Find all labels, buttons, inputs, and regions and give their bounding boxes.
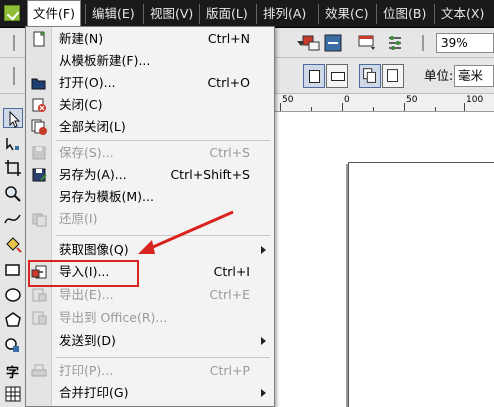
close-all-icon xyxy=(30,118,48,136)
menu-item-acquire-image[interactable]: 获取图像(Q) xyxy=(26,239,274,261)
ruler-label: 0 xyxy=(344,95,350,105)
menu-separator xyxy=(56,357,270,358)
menu-item-export-to-office: 导出到 Office(R)... xyxy=(26,307,274,329)
freehand-tool-icon[interactable] xyxy=(3,209,23,229)
revert-icon xyxy=(30,210,48,228)
menu-bitmaps[interactable]: 位图(B) xyxy=(378,0,431,28)
submenu-arrow-icon xyxy=(261,389,266,397)
menu-separator xyxy=(56,140,270,141)
pick-tool-icon[interactable] xyxy=(3,108,23,128)
open-folder-icon xyxy=(30,74,48,92)
annotation-highlight-box xyxy=(28,260,139,287)
rectangle-tool-icon[interactable] xyxy=(3,260,23,280)
menu-divider xyxy=(376,4,377,24)
save-icon xyxy=(30,144,48,162)
all-pages-button[interactable] xyxy=(359,64,381,88)
options-icon[interactable] xyxy=(384,32,406,54)
zoom-level-input[interactable]: 39% xyxy=(436,33,494,53)
menu-layout[interactable]: 版面(L) xyxy=(201,0,253,28)
ruler-label: 50 xyxy=(282,95,294,105)
close-document-icon xyxy=(30,96,48,114)
menu-view[interactable]: 视图(V) xyxy=(145,0,198,28)
application-launcher-icon[interactable] xyxy=(300,32,322,54)
menu-divider xyxy=(199,4,200,24)
current-page-button[interactable] xyxy=(382,64,404,88)
welcome-screen-icon[interactable] xyxy=(356,32,378,54)
menu-item-export: 导出(E)... Ctrl+E xyxy=(26,284,274,306)
crop-tool-icon[interactable] xyxy=(3,158,23,178)
menu-item-new-from-template[interactable]: 从模板新建(F)... xyxy=(26,50,274,72)
zoom-tool-icon[interactable] xyxy=(3,184,23,204)
menu-effects[interactable]: 效果(C) xyxy=(320,0,373,28)
menu-item-close-all[interactable]: 全部关闭(L) xyxy=(26,116,274,138)
menu-item-revert: 还原(I) xyxy=(26,208,274,230)
menu-text[interactable]: 文本(X) xyxy=(436,0,489,28)
export-icon xyxy=(30,286,48,304)
menu-item-save: 保存(S)... Ctrl+S xyxy=(26,142,274,164)
toolbox: 字 xyxy=(0,94,26,407)
polygon-tool-icon[interactable] xyxy=(3,310,23,330)
menu-divider xyxy=(85,4,86,24)
menu-item-close[interactable]: 关闭(C) xyxy=(26,94,274,116)
export-office-icon xyxy=(30,309,48,327)
menu-divider xyxy=(256,4,257,24)
print-icon xyxy=(30,362,48,380)
units-label: 单位: xyxy=(424,68,454,83)
menu-item-open[interactable]: 打开(O)... Ctrl+O xyxy=(26,72,274,94)
portrait-button[interactable] xyxy=(303,64,325,88)
landscape-button[interactable] xyxy=(326,64,348,88)
menu-divider xyxy=(434,4,435,24)
menu-file[interactable]: 文件(F) xyxy=(27,0,81,29)
document-page xyxy=(348,162,494,407)
app-logo-icon xyxy=(4,5,20,21)
menu-arrange[interactable]: 排列(A) xyxy=(258,0,311,28)
menu-item-print-merge[interactable]: 合并打印(G) xyxy=(26,382,274,404)
ruler-label: 100 xyxy=(466,95,484,105)
toolbar-grip-icon xyxy=(412,32,434,54)
new-document-icon xyxy=(30,30,48,48)
menu-item-send-to[interactable]: 发送到(D) xyxy=(26,330,274,352)
menu-bar: 文件(F) 编辑(E) 视图(V) 版面(L) 排列(A) 效果(C) 位图(B… xyxy=(0,0,494,29)
toolbar-grip-icon xyxy=(4,32,26,54)
menu-divider xyxy=(143,4,144,24)
menu-item-save-as[interactable]: 另存为(A)... Ctrl+Shift+S xyxy=(26,164,274,186)
ruler-label: 50 xyxy=(406,95,418,105)
file-menu-dropdown: 新建(N) Ctrl+N 从模板新建(F)... 打开(O)... Ctrl+O… xyxy=(25,26,275,407)
menu-divider xyxy=(318,4,319,24)
menu-edit[interactable]: 编辑(E) xyxy=(87,0,140,28)
landscape-icon xyxy=(331,72,345,81)
menu-separator xyxy=(56,235,270,236)
save-as-icon xyxy=(30,166,48,184)
table-tool-icon[interactable] xyxy=(3,384,23,404)
menu-item-save-as-template[interactable]: 另存为模板(M)... xyxy=(26,186,274,208)
menu-item-print: 打印(P)... Ctrl+P xyxy=(26,360,274,382)
menu-item-new[interactable]: 新建(N) Ctrl+N xyxy=(26,28,274,50)
portrait-icon xyxy=(309,70,320,83)
shape-tool-icon[interactable] xyxy=(3,134,23,154)
toolbar-grip-icon xyxy=(4,65,26,87)
smart-fill-tool-icon[interactable] xyxy=(3,234,23,254)
text-tool-icon[interactable]: 字 xyxy=(6,362,19,381)
units-select[interactable]: 毫米 xyxy=(454,65,494,87)
basic-shapes-tool-icon[interactable] xyxy=(3,335,23,355)
ellipse-tool-icon[interactable] xyxy=(3,285,23,305)
submenu-arrow-icon xyxy=(261,246,266,254)
corel-connect-icon[interactable] xyxy=(322,32,344,54)
submenu-arrow-icon xyxy=(261,337,266,345)
